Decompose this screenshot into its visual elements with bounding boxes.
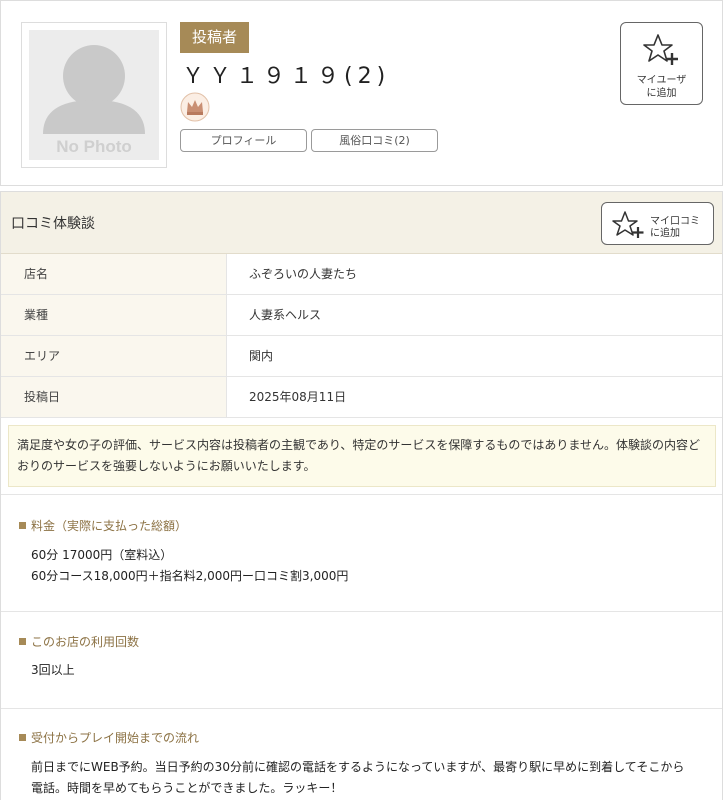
reviews-button[interactable]: 風俗口コミ(2): [311, 129, 438, 152]
visit-count-section: このお店の利用回数 3回以上: [1, 612, 722, 709]
info-label: 店名: [1, 254, 227, 294]
price-section: 料金（実際に支払った総額） 60分 17000円（室料込） 60分コース18,0…: [1, 495, 722, 612]
shop-name-value: ふぞろいの人妻たち: [249, 267, 358, 281]
flow-text: 前日までにWEB予約。当日予約の30分前に確認の電話をするようになっていますが、…: [31, 760, 685, 795]
star-plus-icon: [643, 33, 681, 71]
square-bullet-icon: [19, 638, 26, 645]
price-line: 60分コース18,000円＋指名料2,000円ー口コミ割3,000円: [31, 569, 349, 583]
category-value: 人妻系ヘルス: [249, 308, 322, 322]
price-heading: 料金（実際に支払った総額）: [31, 519, 188, 533]
avatar-silhouette-icon: No Photo: [43, 45, 145, 156]
avatar-label: No Photo: [56, 137, 132, 156]
avatar: No Photo: [21, 22, 167, 168]
square-bullet-icon: [19, 522, 26, 529]
review-section: 口コミ体験談 マイ口コミ に追加 店名 ふぞろいの人妻たち 業種 人妻系ヘルス …: [0, 191, 723, 800]
info-label: エリア: [1, 336, 227, 376]
visit-count-value: 3回以上: [31, 663, 75, 677]
info-label: 投稿日: [1, 377, 227, 417]
area-value: 関内: [249, 349, 274, 363]
price-line: 60分 17000円（室料込）: [31, 548, 173, 562]
info-row-shop: 店名 ふぞろいの人妻たち: [1, 254, 722, 295]
add-myuser-label-2: に追加: [646, 88, 677, 99]
crown-rank-icon: [180, 92, 210, 122]
add-mycomi-button[interactable]: マイ口コミ に追加: [601, 202, 714, 245]
review-header: 口コミ体験談 マイ口コミ に追加: [1, 192, 722, 254]
section-heading: 受付からプレイ開始までの流れ: [19, 729, 199, 746]
price-body: 60分 17000円（室料込） 60分コース18,000円＋指名料2,000円ー…: [31, 545, 348, 587]
post-date-value: 2025年08月11日: [249, 390, 347, 404]
disclaimer-wrapper: 満足度や女の子の評価、サービス内容は投稿者の主観であり、特定のサービスを保障する…: [1, 417, 722, 495]
profile-button[interactable]: プロフィール: [180, 129, 307, 152]
no-photo-placeholder: No Photo: [29, 30, 159, 160]
role-badge: 投稿者: [180, 22, 249, 53]
section-heading: このお店の利用回数: [19, 633, 139, 650]
square-bullet-icon: [19, 734, 26, 741]
info-label: 業種: [1, 295, 227, 335]
user-name: ＹＹ１９１９(2): [182, 64, 391, 89]
poster-profile-card: No Photo 投稿者 ＹＹ１９１９(2) プロフィール 風俗口コミ(2) マ…: [0, 0, 723, 186]
info-row-area: エリア 関内: [1, 336, 722, 377]
disclaimer-notice: 満足度や女の子の評価、サービス内容は投稿者の主観であり、特定のサービスを保障する…: [8, 425, 716, 487]
flow-heading: 受付からプレイ開始までの流れ: [31, 731, 200, 745]
flow-section: 受付からプレイ開始までの流れ 前日までにWEB予約。当日予約の30分前に確認の電…: [1, 709, 722, 801]
review-info-table: 店名 ふぞろいの人妻たち 業種 人妻系ヘルス エリア 関内 投稿日 2025年0…: [1, 254, 722, 418]
flow-body: 前日までにWEB予約。当日予約の30分前に確認の電話をするようになっていますが、…: [31, 757, 696, 799]
add-myuser-button[interactable]: マイユーザ に追加: [620, 22, 703, 105]
star-plus-icon: [612, 211, 646, 243]
visit-count-body: 3回以上: [31, 660, 75, 681]
info-row-date: 投稿日 2025年08月11日: [1, 377, 722, 418]
visit-count-heading: このお店の利用回数: [31, 635, 140, 649]
add-mycomi-label-2: に追加: [650, 228, 680, 239]
section-heading: 料金（実際に支払った総額）: [19, 517, 187, 534]
info-row-category: 業種 人妻系ヘルス: [1, 295, 722, 336]
review-title: 口コミ体験談: [11, 216, 95, 232]
